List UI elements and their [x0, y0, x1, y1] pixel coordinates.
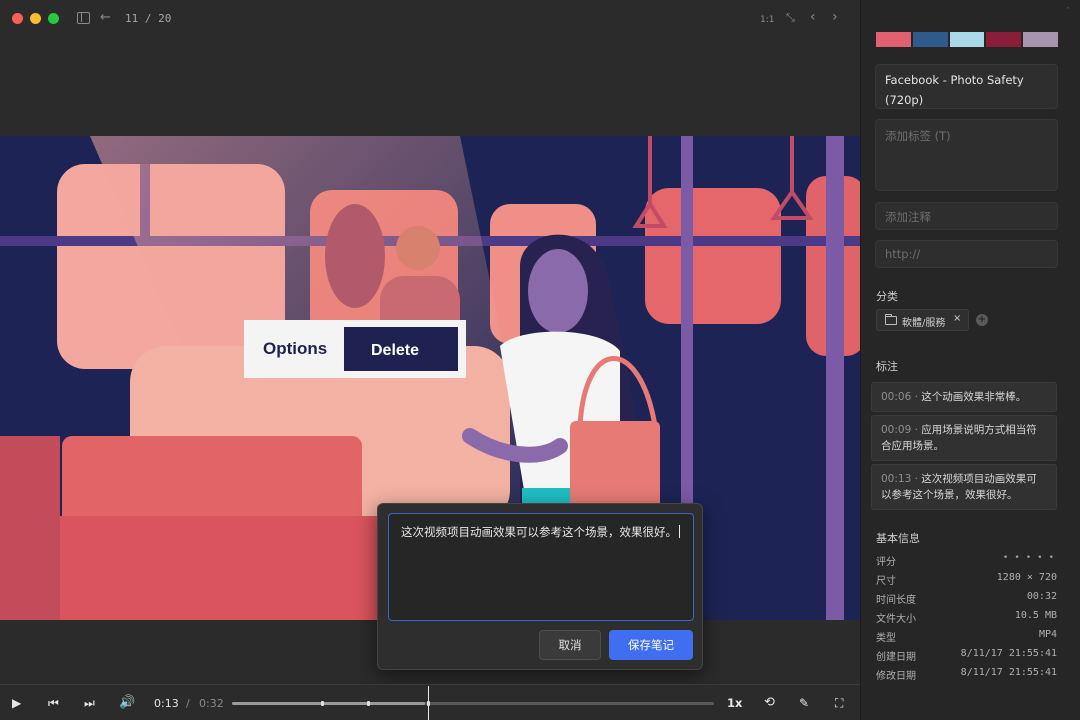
total-time: 0:32	[199, 697, 224, 710]
time-separator: /	[186, 697, 190, 710]
passenger-silhouette	[325, 204, 385, 308]
dimensions-value: 1280 × 720	[996, 572, 1057, 583]
modified-value: 8/11/17 21:55:41	[960, 667, 1057, 678]
viewer-pane: ← 11 / 20 1:1 ⤡ ‹ › Options Delete 这次视频项…	[0, 0, 860, 720]
woman-belt	[522, 488, 570, 504]
strap	[790, 136, 794, 192]
window-resize-icon[interactable]: ⌃	[1065, 6, 1071, 14]
color-swatch[interactable]	[876, 32, 911, 47]
category-heading: 分类	[876, 290, 898, 303]
rating-key: 评分	[876, 557, 896, 568]
note-timestamp: 00:13	[881, 473, 912, 485]
tags-input[interactable]: 添加标签 (T)	[875, 119, 1058, 191]
bus-window	[645, 188, 781, 324]
chevron-left-icon[interactable]: ‹	[810, 9, 816, 25]
filesize-key: 文件大小	[876, 614, 916, 625]
text-caret	[679, 525, 680, 538]
add-note-icon[interactable]: ✎	[799, 695, 809, 711]
folder-icon	[884, 314, 897, 325]
back-arrow-icon[interactable]: ←	[100, 10, 111, 26]
woman-face	[528, 249, 588, 333]
note-marker[interactable]	[366, 701, 370, 706]
color-swatch[interactable]	[912, 32, 948, 47]
progress-fill	[232, 702, 425, 705]
save-note-button[interactable]: 保存笔记	[609, 630, 693, 660]
close-icon[interactable]: ×	[953, 313, 961, 324]
notes-heading: 标注	[876, 360, 898, 373]
color-palette	[876, 32, 1058, 47]
note-textarea[interactable]: 这次视频项目动画效果可以参考这个场景，效果很好。	[388, 513, 694, 621]
play-icon[interactable]: ▶	[12, 695, 21, 711]
note-item[interactable]: 00:09 · 应用场景说明方式相当符合应用场景。	[871, 415, 1057, 461]
type-key: 类型	[876, 633, 896, 644]
window-close-button[interactable]	[12, 13, 23, 24]
sidebar-toggle-icon[interactable]	[77, 12, 90, 24]
cancel-button[interactable]: 取消	[539, 630, 601, 660]
delete-text: Delete	[371, 342, 419, 359]
shrink-icon[interactable]: ⤡	[786, 10, 795, 26]
note-text: 这次视频项目动画效果可以参考这个场景，效果很好。	[401, 525, 677, 539]
strap	[648, 136, 652, 206]
color-swatch[interactable]	[986, 32, 1022, 47]
dimensions-key: 尺寸	[876, 576, 896, 587]
actual-size-button[interactable]: 1:1	[760, 12, 774, 28]
playback-speed-button[interactable]: 1x	[727, 696, 742, 710]
color-swatch[interactable]	[1023, 32, 1058, 47]
annotation-input[interactable]: 添加注释	[875, 202, 1058, 230]
note-marker[interactable]	[321, 701, 325, 706]
player-controls: ▶ ⏮ ⏭ 🔊 0:13 / 0:32 1x ⟲ ✎ ⛶	[0, 684, 860, 720]
info-heading: 基本信息	[876, 532, 920, 545]
duration-key: 时间长度	[876, 595, 916, 606]
category-chip-label: 軟體/服務	[902, 318, 946, 329]
duration-value: 00:32	[1026, 591, 1057, 602]
note-content: 这个动画效果非常棒。	[921, 391, 1027, 403]
fullscreen-icon[interactable]: ⛶	[835, 695, 843, 711]
note-item[interactable]: 00:06 · 这个动画效果非常棒。	[871, 382, 1057, 412]
current-time: 0:13	[154, 697, 179, 710]
inspector-panel: ⌃ Facebook - Photo Safety (720p) 添加标签 (T…	[860, 0, 1080, 720]
options-text: Options	[263, 339, 327, 358]
skip-back-icon[interactable]: ⏮	[48, 695, 59, 711]
category-chip[interactable]: 軟體/服務 ×	[876, 309, 969, 331]
progress-slider[interactable]	[232, 686, 714, 720]
note-marker[interactable]	[426, 701, 430, 706]
note-timestamp: 00:09	[881, 424, 912, 436]
note-editor-popup: 这次视频项目动画效果可以参考这个场景，效果很好。 取消 保存笔记	[377, 503, 703, 670]
title-field[interactable]: Facebook - Photo Safety (720p)	[875, 64, 1058, 109]
window-zoom-button[interactable]	[48, 13, 59, 24]
rating-stars[interactable]: •••••	[1003, 553, 1060, 563]
loop-icon[interactable]: ⟲	[764, 695, 775, 711]
chevron-right-icon[interactable]: ›	[832, 9, 838, 25]
url-input[interactable]: http://	[875, 240, 1058, 268]
bus-pole	[826, 136, 844, 620]
bus-seat-side	[0, 436, 60, 620]
page-counter: 11 / 20	[125, 12, 172, 25]
volume-icon[interactable]: 🔊	[119, 695, 135, 711]
color-swatch[interactable]	[949, 32, 985, 47]
passenger-head	[396, 226, 440, 270]
created-key: 创建日期	[876, 652, 916, 663]
add-category-icon[interactable]: +	[976, 314, 988, 326]
skip-forward-icon[interactable]: ⏭	[84, 695, 95, 711]
type-value: MP4	[1038, 629, 1057, 640]
modified-key: 修改日期	[876, 671, 916, 682]
window-minimize-button[interactable]	[30, 13, 41, 24]
filesize-value: 10.5 MB	[1014, 610, 1057, 621]
note-timestamp: 00:06	[881, 391, 912, 403]
created-value: 8/11/17 21:55:41	[960, 648, 1057, 659]
title-bar: ← 11 / 20 1:1 ⤡ ‹ ›	[0, 0, 860, 36]
note-item[interactable]: 00:13 · 这次视频项目动画效果可以参考这个场景，效果很好。	[871, 464, 1057, 510]
